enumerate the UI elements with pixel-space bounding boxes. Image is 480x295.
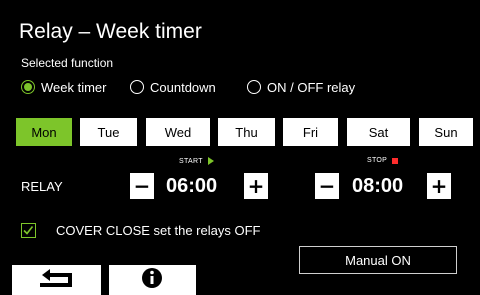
return-arrow-icon: [40, 269, 72, 287]
start-caption: START: [179, 157, 214, 165]
start-time-value: 06:00: [166, 175, 218, 197]
page-title: Relay – Week timer: [19, 20, 202, 43]
radio-label: Week timer: [41, 79, 107, 95]
radio-label: ON / OFF relay: [267, 79, 356, 95]
radio-week-timer[interactable]: Week timer: [21, 78, 107, 96]
stop-caption: STOP: [367, 157, 399, 164]
start-time-decrease-button[interactable]: −: [130, 173, 154, 199]
stop-time-increase-button[interactable]: +: [427, 173, 451, 199]
manual-on-button[interactable]: Manual ON: [299, 246, 457, 274]
day-tab-mon[interactable]: Mon: [16, 118, 72, 146]
cover-close-checkbox[interactable]: [21, 223, 36, 238]
radio-on-off-relay[interactable]: ON / OFF relay: [247, 78, 355, 96]
relay-row-label: RELAY: [21, 179, 63, 194]
radio-unselected-icon: [130, 80, 144, 94]
radio-unselected-icon: [247, 80, 261, 94]
day-tab-thu[interactable]: Thu: [218, 118, 275, 146]
day-tab-fri[interactable]: Fri: [283, 118, 338, 146]
stop-time-value: 08:00: [352, 175, 404, 197]
back-button[interactable]: [12, 265, 101, 295]
stop-caption-text: STOP: [367, 157, 388, 164]
radio-selected-icon: [21, 80, 35, 94]
day-tab-wed[interactable]: Wed: [146, 118, 210, 146]
play-icon: [207, 157, 214, 165]
stop-time-decrease-button[interactable]: −: [315, 173, 339, 199]
radio-countdown[interactable]: Countdown: [130, 78, 216, 96]
start-caption-text: START: [179, 157, 203, 165]
radio-label: Countdown: [150, 79, 216, 95]
start-time-increase-button[interactable]: +: [244, 173, 268, 199]
day-tab-sat[interactable]: Sat: [347, 118, 410, 146]
info-button[interactable]: [109, 265, 196, 295]
function-caption: Selected function: [21, 56, 114, 70]
stop-icon: [392, 157, 399, 164]
day-tab-sun[interactable]: Sun: [419, 118, 473, 146]
checkmark-icon: [23, 226, 34, 235]
day-tab-tue[interactable]: Tue: [80, 118, 137, 146]
info-icon: [142, 268, 162, 288]
cover-close-label: COVER CLOSE set the relays OFF: [56, 223, 261, 238]
